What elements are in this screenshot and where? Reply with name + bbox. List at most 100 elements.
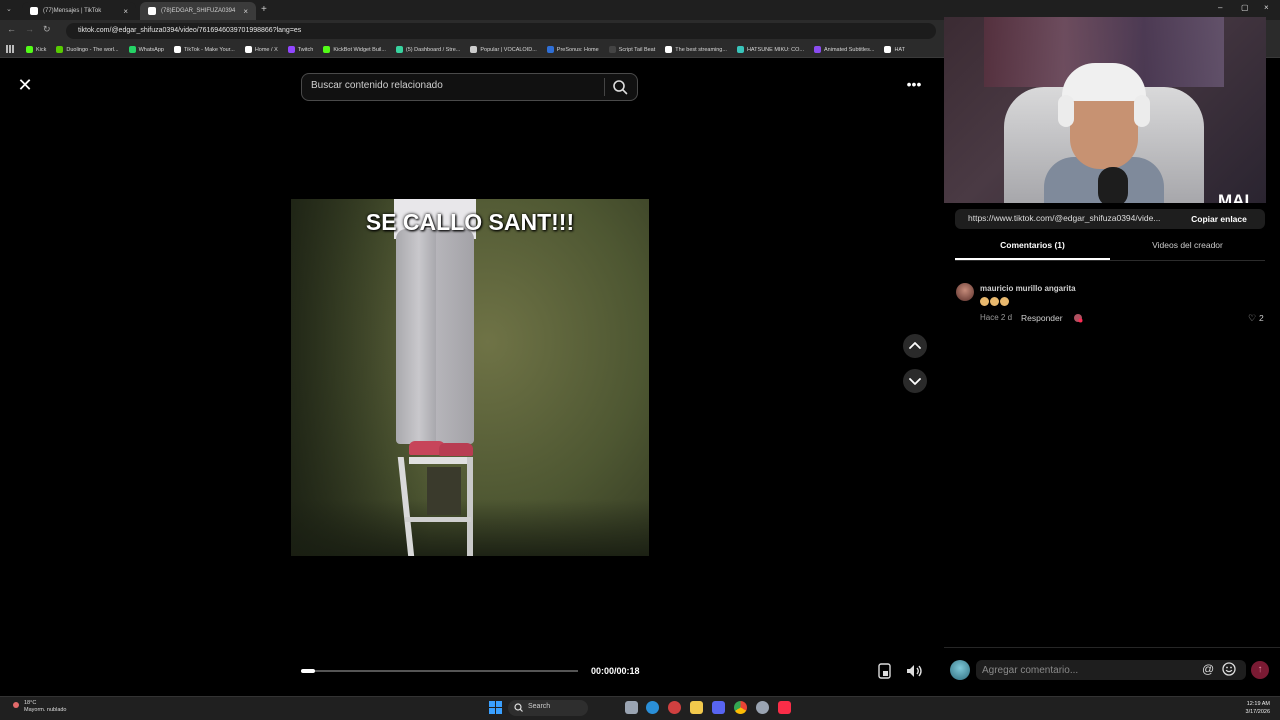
- app-icon[interactable]: [668, 701, 681, 714]
- browser-tab[interactable]: (77)Mensajes | TikTok ×: [22, 2, 136, 20]
- bookmark-item[interactable]: Kick: [26, 46, 46, 53]
- video-frame[interactable]: SE CALLO SANT!!!: [291, 199, 649, 556]
- chrome-icon[interactable]: [734, 701, 747, 714]
- related-search-placeholder[interactable]: Buscar contenido relacionado: [311, 80, 443, 91]
- discord-icon[interactable]: [712, 701, 725, 714]
- clock-time: 12:19 AM: [1246, 701, 1270, 707]
- emoji-picker-icon[interactable]: [1222, 662, 1236, 676]
- emoji-icon: [990, 297, 999, 307]
- ladder-step: [405, 517, 471, 522]
- tab-label: (78)EDGAR_SHIFUZA0394: [161, 8, 236, 14]
- bookmark-item[interactable]: Home / X: [244, 46, 278, 53]
- tab-creator-videos[interactable]: Videos del creador: [1110, 240, 1265, 260]
- video-caption-overlay: SE CALLO SANT!!!: [365, 209, 575, 235]
- comment-like-count: 2: [1259, 313, 1264, 323]
- bookmark-item[interactable]: Duolingo - The worl...: [56, 46, 119, 53]
- bookmark-label: Twitch: [297, 46, 314, 53]
- bookmark-item[interactable]: WhatsApp: [128, 46, 164, 53]
- apps-icon[interactable]: [6, 45, 14, 53]
- picture-in-picture-icon[interactable]: [876, 662, 894, 680]
- ladder-top: [409, 457, 469, 464]
- bookmark-label: The best streaming...: [675, 46, 727, 53]
- previous-video-button[interactable]: [903, 334, 927, 358]
- webcam-microphone: [1098, 167, 1128, 203]
- comment-bar-divider: [944, 647, 1280, 648]
- window-close-icon[interactable]: ×: [1264, 3, 1269, 12]
- bookmark-item[interactable]: TikTok - Make Your...: [173, 46, 235, 53]
- windows-taskbar: [0, 696, 1280, 720]
- bookmark-label: PreSonus: Home: [556, 46, 599, 53]
- mention-icon[interactable]: @: [1202, 662, 1214, 676]
- back-icon[interactable]: ←: [7, 24, 16, 34]
- new-tab-icon[interactable]: +: [261, 4, 267, 15]
- file-explorer-icon[interactable]: [690, 701, 703, 714]
- bookmark-label: Script Tail Beat: [618, 46, 656, 53]
- music-app-icon[interactable]: [778, 701, 791, 714]
- bookmark-item[interactable]: Script Tail Beat: [608, 46, 656, 53]
- bookmark-item[interactable]: The best streaming...: [665, 46, 727, 53]
- bookmark-label: HATSUNE MIKU: CO...: [746, 46, 804, 53]
- tiktok-icon: [148, 7, 156, 15]
- search-divider: [604, 78, 605, 96]
- weather-temp: 18°C: [24, 700, 37, 706]
- bookmark-icon: [546, 46, 554, 53]
- bookmark-label: HAT: [894, 46, 906, 53]
- bookmark-item[interactable]: PreSonus: Home: [546, 46, 599, 53]
- volume-icon[interactable]: [904, 662, 924, 680]
- bookmark-label: TikTok - Make Your...: [183, 46, 235, 53]
- windows-start-icon[interactable]: [489, 701, 502, 714]
- bookmark-label: Duolingo - The worl...: [66, 46, 119, 53]
- bookmark-icon: [244, 46, 252, 53]
- tab-separator: [955, 260, 1265, 261]
- maximize-icon[interactable]: ▢: [1241, 3, 1249, 12]
- task-view-icon[interactable]: [625, 701, 638, 714]
- webcam-logo: MAI: [1218, 191, 1250, 203]
- emoji-icon: [980, 297, 989, 307]
- webcam-headset-left: [1058, 95, 1074, 127]
- bookmark-icon: [323, 46, 331, 53]
- bookmark-icon: [395, 46, 403, 53]
- ladder-leg-right: [467, 457, 473, 556]
- bookmark-item[interactable]: HATSUNE MIKU: CO...: [736, 46, 804, 53]
- bookmark-item[interactable]: Animated Subtitles...: [814, 46, 874, 53]
- progress-track[interactable]: [301, 670, 578, 672]
- bookmark-item[interactable]: Twitch: [287, 46, 314, 53]
- person-pants-right: [436, 229, 474, 444]
- forward-icon[interactable]: →: [25, 24, 34, 34]
- reply-button[interactable]: Responder: [1021, 313, 1063, 323]
- bookmark-item[interactable]: Popular | VOCALOID...: [470, 46, 537, 53]
- close-video-button[interactable]: ✕: [13, 74, 37, 98]
- send-comment-button[interactable]: ↑: [1251, 661, 1269, 679]
- taskbar-clock[interactable]: 12:19 AM 3/17/2026: [1230, 700, 1270, 716]
- url-field[interactable]: tiktok.com/@edgar_shifuza0394/video/7616…: [66, 23, 936, 39]
- bookmark-label: KickBot Widget Buil...: [333, 46, 386, 53]
- share-link-text[interactable]: https://www.tiktok.com/@edgar_shifuza039…: [968, 213, 1176, 223]
- bookmark-item[interactable]: HAT: [884, 46, 905, 53]
- progress-fill[interactable]: [301, 669, 315, 673]
- copy-link-button[interactable]: Copiar enlace: [1184, 211, 1254, 227]
- search-icon[interactable]: [612, 79, 628, 95]
- next-video-button[interactable]: [903, 369, 927, 393]
- bookmark-icon: [470, 46, 478, 53]
- minimize-icon[interactable]: –: [1218, 3, 1222, 12]
- taskbar-search-icon: [514, 703, 523, 712]
- heart-icon[interactable]: ♡: [1248, 313, 1256, 324]
- close-tab-icon[interactable]: ×: [123, 7, 128, 16]
- bookmark-item[interactable]: KickBot Widget Buil...: [323, 46, 386, 53]
- tab-list-icon[interactable]: ⌄: [6, 5, 12, 13]
- browser-tab-active[interactable]: (78)EDGAR_SHIFUZA0394 ×: [140, 2, 256, 20]
- more-options-icon[interactable]: •••: [903, 76, 925, 94]
- bookmark-item[interactable]: (5) Dashboard / Stre...: [395, 46, 460, 53]
- creator-liked-icon: [1074, 314, 1083, 323]
- tab-comments[interactable]: Comentarios (1): [955, 240, 1110, 260]
- close-tab-icon[interactable]: ×: [243, 7, 248, 16]
- reload-icon[interactable]: ↻: [43, 24, 51, 35]
- avatar[interactable]: [956, 283, 974, 301]
- ladder-shadow: [427, 467, 461, 515]
- comment-username[interactable]: mauricio murillo angarita: [980, 284, 1076, 293]
- tiktok-icon: [30, 7, 38, 15]
- webcam-headset-right: [1134, 95, 1150, 127]
- edge-icon[interactable]: [646, 701, 659, 714]
- settings-icon[interactable]: [756, 701, 769, 714]
- bookmark-label: Home / X: [254, 46, 278, 53]
